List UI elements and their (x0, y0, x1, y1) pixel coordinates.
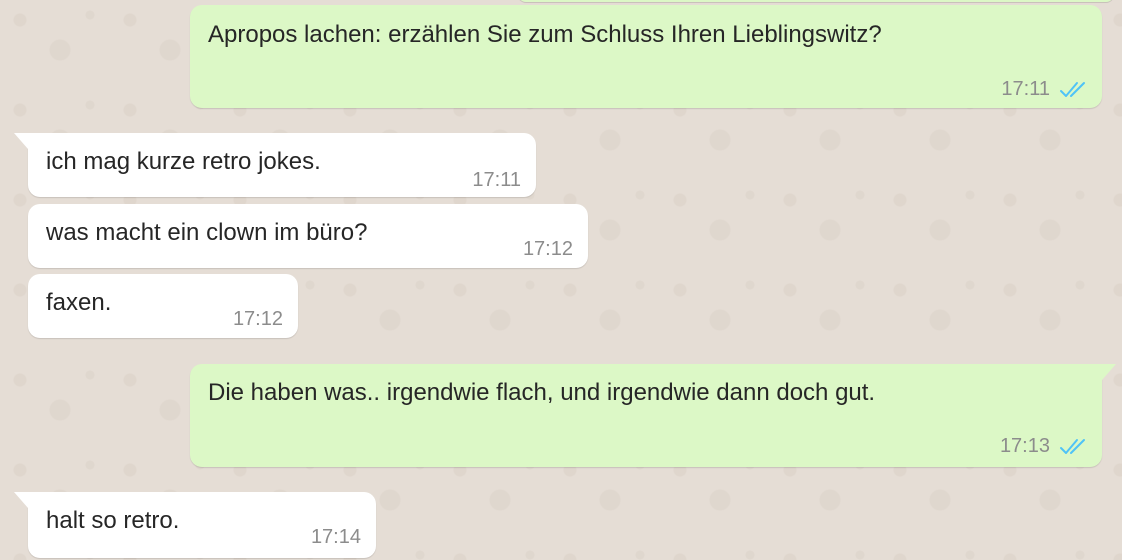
incoming-message[interactable]: faxen. 17:12 (28, 274, 298, 338)
bubble-tail (14, 492, 28, 508)
message-timestamp: 17:11 (472, 169, 521, 191)
bubble-tail (1102, 364, 1116, 380)
bubble-tail (14, 133, 28, 149)
incoming-message[interactable]: halt so retro. 17:14 (14, 492, 376, 558)
message-text: faxen. (46, 289, 112, 316)
message-timestamp: 17:12 (232, 308, 283, 330)
message-timestamp: 17:12 (522, 238, 573, 260)
message-timestamp: 17:11 (1001, 78, 1050, 100)
double-check-icon (1060, 439, 1085, 454)
message-timestamp: 17:13 (999, 435, 1050, 457)
double-check-icon (1060, 82, 1085, 97)
previous-message-bubble-edge (518, 0, 1114, 2)
outgoing-message[interactable]: Apropos lachen: erzählen Sie zum Schluss… (190, 5, 1102, 108)
message-text: Die haben was.. irgendwie flach, und irg… (208, 379, 876, 406)
message-text: was macht ein clown im büro? (46, 219, 368, 246)
outgoing-message[interactable]: Die haben was.. irgendwie flach, und irg… (190, 364, 1116, 467)
message-text: halt so retro. (46, 507, 180, 534)
message-text: ich mag kurze retro jokes. (46, 148, 321, 175)
message-text: Apropos lachen: erzählen Sie zum Schluss… (208, 21, 882, 48)
message-timestamp: 17:14 (310, 526, 361, 548)
incoming-message[interactable]: was macht ein clown im büro? 17:12 (28, 204, 588, 268)
incoming-message[interactable]: ich mag kurze retro jokes. 17:11 (14, 133, 536, 197)
